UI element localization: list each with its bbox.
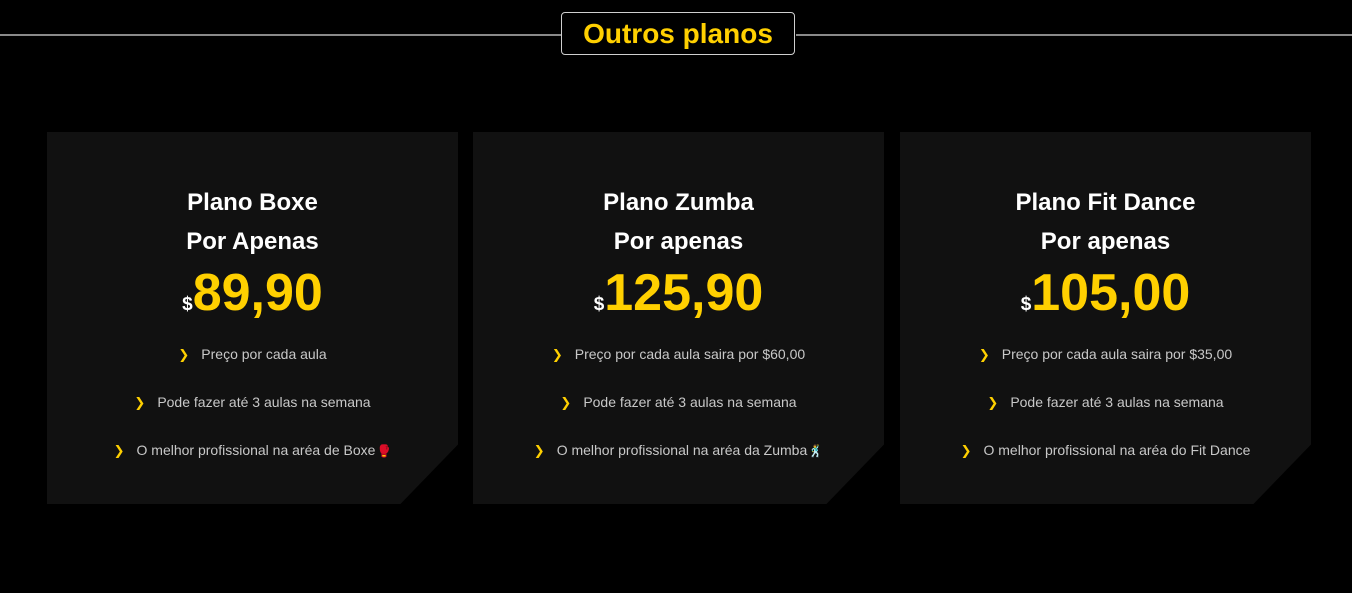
plan-title: Plano Fit Dance [1015, 189, 1196, 216]
header-divider-left [0, 34, 562, 36]
currency-symbol: $ [1020, 294, 1032, 315]
currency-symbol: $ [182, 294, 193, 315]
plan-subtitle: Por apenas [1040, 228, 1171, 255]
feature-item: ❯ Preço por cada aula saira por $60,00 [473, 342, 884, 390]
currency-symbol: $ [593, 294, 605, 315]
feature-item: ❯ Pode fazer até 3 aulas na semana [47, 390, 458, 438]
dancer-icon: 🕺 [808, 444, 824, 458]
section-title: Outros planos [561, 12, 795, 55]
price-amount: 125,90 [604, 264, 764, 322]
feature-text: O melhor profissional na aréa de Boxe [136, 442, 376, 458]
plan-price: $125,90 [473, 260, 884, 326]
feature-text: Pode fazer até 3 aulas na semana [1010, 394, 1224, 410]
section-header: Outros planos [0, 0, 1352, 70]
feature-item: ❯ Pode fazer até 3 aulas na semana [900, 390, 1311, 438]
chevron-right-icon: ❯ [134, 395, 146, 410]
chevron-right-icon: ❯ [978, 347, 990, 362]
plan-title: Plano Boxe [187, 189, 318, 216]
header-divider-right [796, 34, 1352, 36]
feature-item: ❯ O melhor profissional na aréa de Boxe🥊 [47, 438, 458, 486]
plan-price: $89,90 [47, 260, 458, 326]
price-amount: 89,90 [192, 264, 323, 322]
price-amount: 105,00 [1031, 264, 1191, 322]
feature-text: Preço por cada aula saira por $35,00 [1001, 346, 1233, 362]
feature-text: Pode fazer até 3 aulas na semana [157, 394, 371, 410]
feature-item: ❯ Preço por cada aula [47, 342, 458, 390]
plan-card-fit-dance: Plano Fit Dance Por apenas $105,00 ❯ Preç… [900, 132, 1311, 504]
feature-item: ❯ O melhor profissional na aréa do Fit Da… [900, 438, 1311, 486]
feature-list: ❯ Preço por cada aula saira por $35,00 ❯ P… [900, 342, 1311, 486]
plan-card-boxe: Plano Boxe Por Apenas $89,90 ❯ Preço por … [47, 132, 458, 504]
chevron-right-icon: ❯ [960, 443, 972, 458]
plan-subtitle: Por apenas [613, 228, 744, 255]
chevron-right-icon: ❯ [178, 347, 190, 362]
feature-text: Pode fazer até 3 aulas na semana [583, 394, 797, 410]
chevron-right-icon: ❯ [987, 395, 999, 410]
plan-card-zumba: Plano Zumba Por apenas $125,90 ❯ Preço po… [473, 132, 884, 504]
feature-text: Preço por cada aula saira por $60,00 [574, 346, 806, 362]
chevron-right-icon: ❯ [533, 443, 545, 458]
feature-item: ❯ Preço por cada aula saira por $35,00 [900, 342, 1311, 390]
feature-text: O melhor profissional na aréa do Fit Dan… [983, 442, 1251, 458]
plan-title: Plano Zumba [603, 189, 754, 216]
boxing-glove-icon: 🥊 [376, 444, 392, 458]
feature-item: ❯ O melhor profissional na aréa da Zumba🕺 [473, 438, 884, 486]
feature-text: O melhor profissional na aréa da Zumba [556, 442, 808, 458]
chevron-right-icon: ❯ [560, 395, 572, 410]
feature-text: Preço por cada aula [201, 346, 327, 362]
chevron-right-icon: ❯ [113, 443, 125, 458]
feature-list: ❯ Preço por cada aula saira por $60,00 ❯ P… [473, 342, 884, 486]
plan-price: $105,00 [900, 260, 1311, 326]
plan-subtitle: Por Apenas [186, 228, 319, 255]
feature-list: ❯ Preço por cada aula ❯ Pode fazer até 3 a… [47, 342, 458, 486]
feature-item: ❯ Pode fazer até 3 aulas na semana [473, 390, 884, 438]
chevron-right-icon: ❯ [551, 347, 563, 362]
